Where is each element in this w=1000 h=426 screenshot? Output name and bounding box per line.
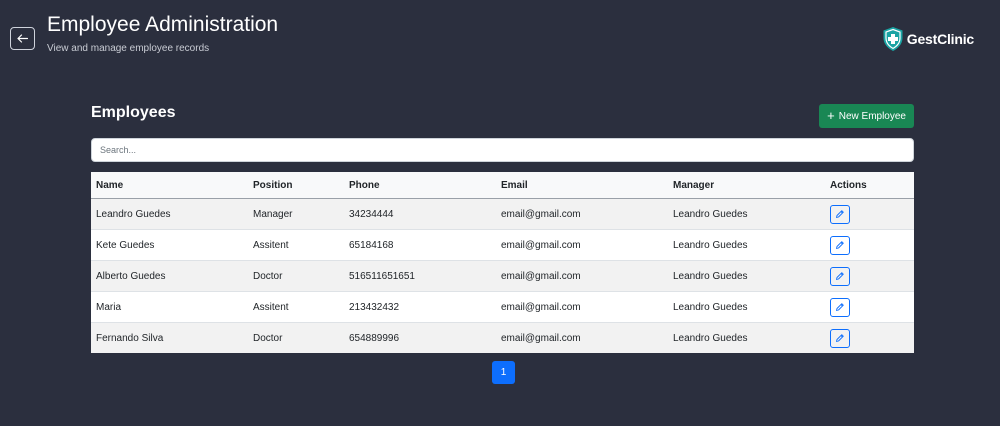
page-subtitle: View and manage employee records: [47, 43, 210, 54]
brand-logo: GestClinic: [882, 26, 974, 52]
brand-name: GestClinic: [906, 31, 974, 47]
pencil-icon: [836, 210, 844, 218]
column-header-email[interactable]: Email: [496, 172, 668, 199]
cell-actions: [825, 198, 914, 230]
cell-actions: [825, 229, 914, 261]
shield-medical-cross-icon: [883, 27, 903, 51]
cell-email: email@gmail.com: [496, 198, 668, 230]
cell-name: Leandro Guedes: [91, 198, 248, 230]
edit-button[interactable]: [830, 297, 850, 317]
table-row: Maria Assitent 213432432 email@gmail.com…: [91, 291, 914, 323]
cell-actions: [825, 260, 914, 292]
cell-position: Doctor: [248, 322, 344, 353]
edit-button[interactable]: [830, 204, 850, 224]
cell-phone: 213432432: [344, 291, 496, 323]
cell-name: Maria: [91, 291, 248, 323]
employees-table: Name Position Phone Email Manager Action…: [91, 172, 914, 353]
column-header-actions: Actions: [825, 172, 914, 199]
back-button[interactable]: [10, 27, 35, 50]
pencil-icon: [836, 303, 844, 311]
cell-email: email@gmail.com: [496, 322, 668, 353]
cell-email: email@gmail.com: [496, 229, 668, 261]
employee-admin-page: Employee Administration View and manage …: [0, 0, 1000, 426]
cell-manager: Leandro Guedes: [668, 229, 825, 261]
edit-button[interactable]: [830, 266, 850, 286]
cell-phone: 34234444: [344, 198, 496, 230]
cell-name: Fernando Silva: [91, 322, 248, 353]
pagination-page-1[interactable]: 1: [492, 361, 515, 384]
pencil-icon: [836, 272, 844, 280]
cell-actions: [825, 291, 914, 323]
page-header: Employee Administration View and manage …: [47, 10, 278, 54]
cell-actions: [825, 322, 914, 353]
search-input[interactable]: [91, 138, 914, 162]
edit-button[interactable]: [830, 328, 850, 348]
column-header-position[interactable]: Position: [248, 172, 344, 199]
section-title: Employees: [91, 104, 176, 121]
cell-phone: 654889996: [344, 322, 496, 353]
cell-position: Assitent: [248, 291, 344, 323]
arrow-left-icon: [17, 34, 28, 43]
page-title: Employee Administration: [47, 13, 279, 36]
column-header-name[interactable]: Name: [91, 172, 248, 199]
cell-name: Alberto Guedes: [91, 260, 248, 292]
pencil-icon: [836, 334, 844, 342]
cell-position: Manager: [248, 198, 344, 230]
cell-manager: Leandro Guedes: [668, 291, 825, 323]
table-row: Alberto Guedes Doctor 516511651651 email…: [91, 260, 914, 292]
new-employee-button[interactable]: + New Employee: [819, 104, 914, 128]
cell-position: Assitent: [248, 229, 344, 261]
cell-manager: Leandro Guedes: [668, 322, 825, 353]
new-employee-label: New Employee: [838, 110, 906, 122]
cell-email: email@gmail.com: [496, 291, 668, 323]
table-header-row: Name Position Phone Email Manager Action…: [91, 172, 914, 199]
cell-name: Kete Guedes: [91, 229, 248, 261]
table-row: Leandro Guedes Manager 34234444 email@gm…: [91, 198, 914, 230]
plus-icon: +: [827, 108, 835, 123]
cell-position: Doctor: [248, 260, 344, 292]
table-row: Fernando Silva Doctor 654889996 email@gm…: [91, 322, 914, 353]
cell-phone: 65184168: [344, 229, 496, 261]
cell-email: email@gmail.com: [496, 260, 668, 292]
column-header-manager[interactable]: Manager: [668, 172, 825, 199]
cell-manager: Leandro Guedes: [668, 260, 825, 292]
pencil-icon: [836, 241, 844, 249]
column-header-phone[interactable]: Phone: [344, 172, 496, 199]
cell-phone: 516511651651: [344, 260, 496, 292]
table-row: Kete Guedes Assitent 65184168 email@gmai…: [91, 229, 914, 261]
cell-manager: Leandro Guedes: [668, 198, 825, 230]
edit-button[interactable]: [830, 235, 850, 255]
